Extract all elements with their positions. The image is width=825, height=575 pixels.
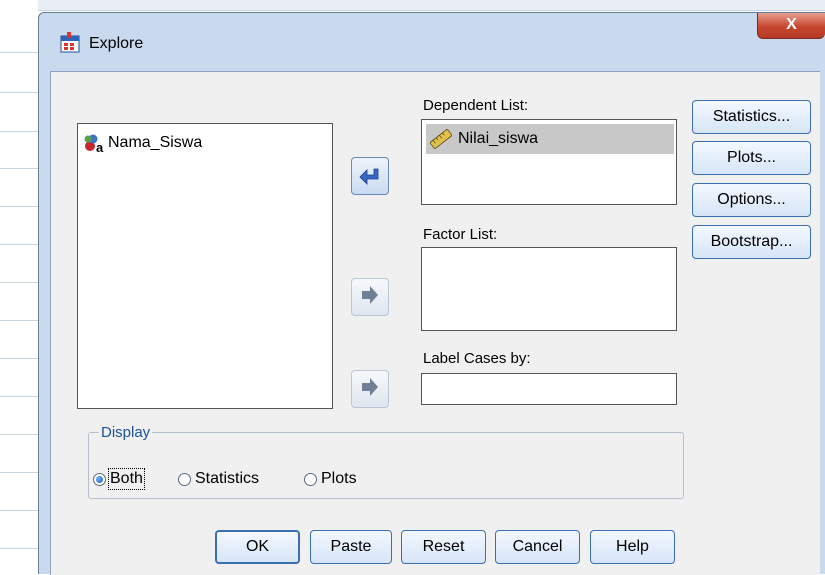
sheet-gridline [0, 168, 38, 169]
dialog-title: Explore [89, 35, 144, 52]
dependent-list-label: Dependent List: [423, 97, 529, 114]
sheet-gridline [0, 320, 38, 321]
sheet-gridline [0, 282, 38, 283]
radio-statistics-label[interactable]: Statistics [195, 470, 259, 488]
move-to-dependent-button[interactable] [351, 157, 389, 195]
sheet-gridline [0, 510, 38, 511]
label-cases-field[interactable] [421, 373, 677, 405]
options-button[interactable]: Options... [692, 183, 811, 217]
source-variable-list[interactable]: a Nama_Siswa [77, 123, 333, 409]
radio-plots[interactable]: Plots [304, 470, 357, 488]
list-item[interactable]: Nilai_siswa [426, 124, 674, 154]
close-button[interactable]: X [757, 13, 825, 39]
title-bar[interactable]: Explore X [39, 13, 825, 73]
sheet-gridline [0, 206, 38, 207]
sheet-gridline [0, 358, 38, 359]
sheet-gridline [0, 548, 38, 549]
sheet-gridline [0, 396, 38, 397]
help-button[interactable]: Help [590, 530, 675, 564]
arrow-right-icon [362, 286, 378, 304]
factor-list[interactable] [421, 247, 677, 331]
sheet-gridline [0, 472, 38, 473]
sheet-gridline [0, 52, 38, 53]
cancel-button[interactable]: Cancel [495, 530, 580, 564]
explore-dialog: Explore X a Nama_Siswa Dependent List: N… [38, 12, 825, 575]
sheet-gridline [0, 92, 38, 93]
plots-button[interactable]: Plots... [692, 141, 811, 175]
arrow-left-icon [359, 168, 379, 185]
dependent-list[interactable]: Nilai_siswa [421, 119, 677, 205]
source-item-label[interactable]: Nama_Siswa [108, 134, 202, 152]
display-group-title: Display [99, 424, 153, 441]
svg-text:a: a [96, 140, 104, 153]
scale-ruler-icon [430, 129, 452, 149]
sheet-gridline [0, 434, 38, 435]
dialog-body: a Nama_Siswa Dependent List: Nilai_siswa… [50, 71, 820, 575]
arrow-right-icon [362, 378, 378, 396]
background-sheet [0, 0, 38, 574]
radio-icon-selected[interactable] [93, 472, 106, 486]
reset-button[interactable]: Reset [401, 530, 486, 564]
factor-list-label: Factor List: [423, 226, 498, 243]
ok-button[interactable]: OK [215, 530, 300, 564]
dependent-item-label: Nilai_siswa [458, 130, 539, 147]
background-sheet-header [0, 0, 825, 11]
radio-statistics[interactable]: Statistics [178, 470, 259, 488]
radio-both-label[interactable]: Both [108, 468, 145, 490]
paste-button[interactable]: Paste [310, 530, 392, 564]
move-to-label-cases-button[interactable] [351, 370, 389, 408]
radio-plots-label[interactable]: Plots [321, 470, 357, 488]
nominal-string-variable-icon: a [84, 134, 104, 153]
display-group [88, 432, 684, 499]
spss-explore-icon [60, 32, 80, 53]
statistics-button[interactable]: Statistics... [692, 100, 811, 134]
label-cases-label: Label Cases by: [423, 350, 531, 367]
radio-icon[interactable] [178, 472, 191, 486]
bootstrap-button[interactable]: Bootstrap... [692, 225, 811, 259]
radio-icon[interactable] [304, 472, 317, 486]
sheet-gridline [0, 244, 38, 245]
radio-both[interactable]: Both [93, 468, 145, 490]
move-to-factor-button[interactable] [351, 278, 389, 316]
sheet-gridline [0, 131, 38, 132]
